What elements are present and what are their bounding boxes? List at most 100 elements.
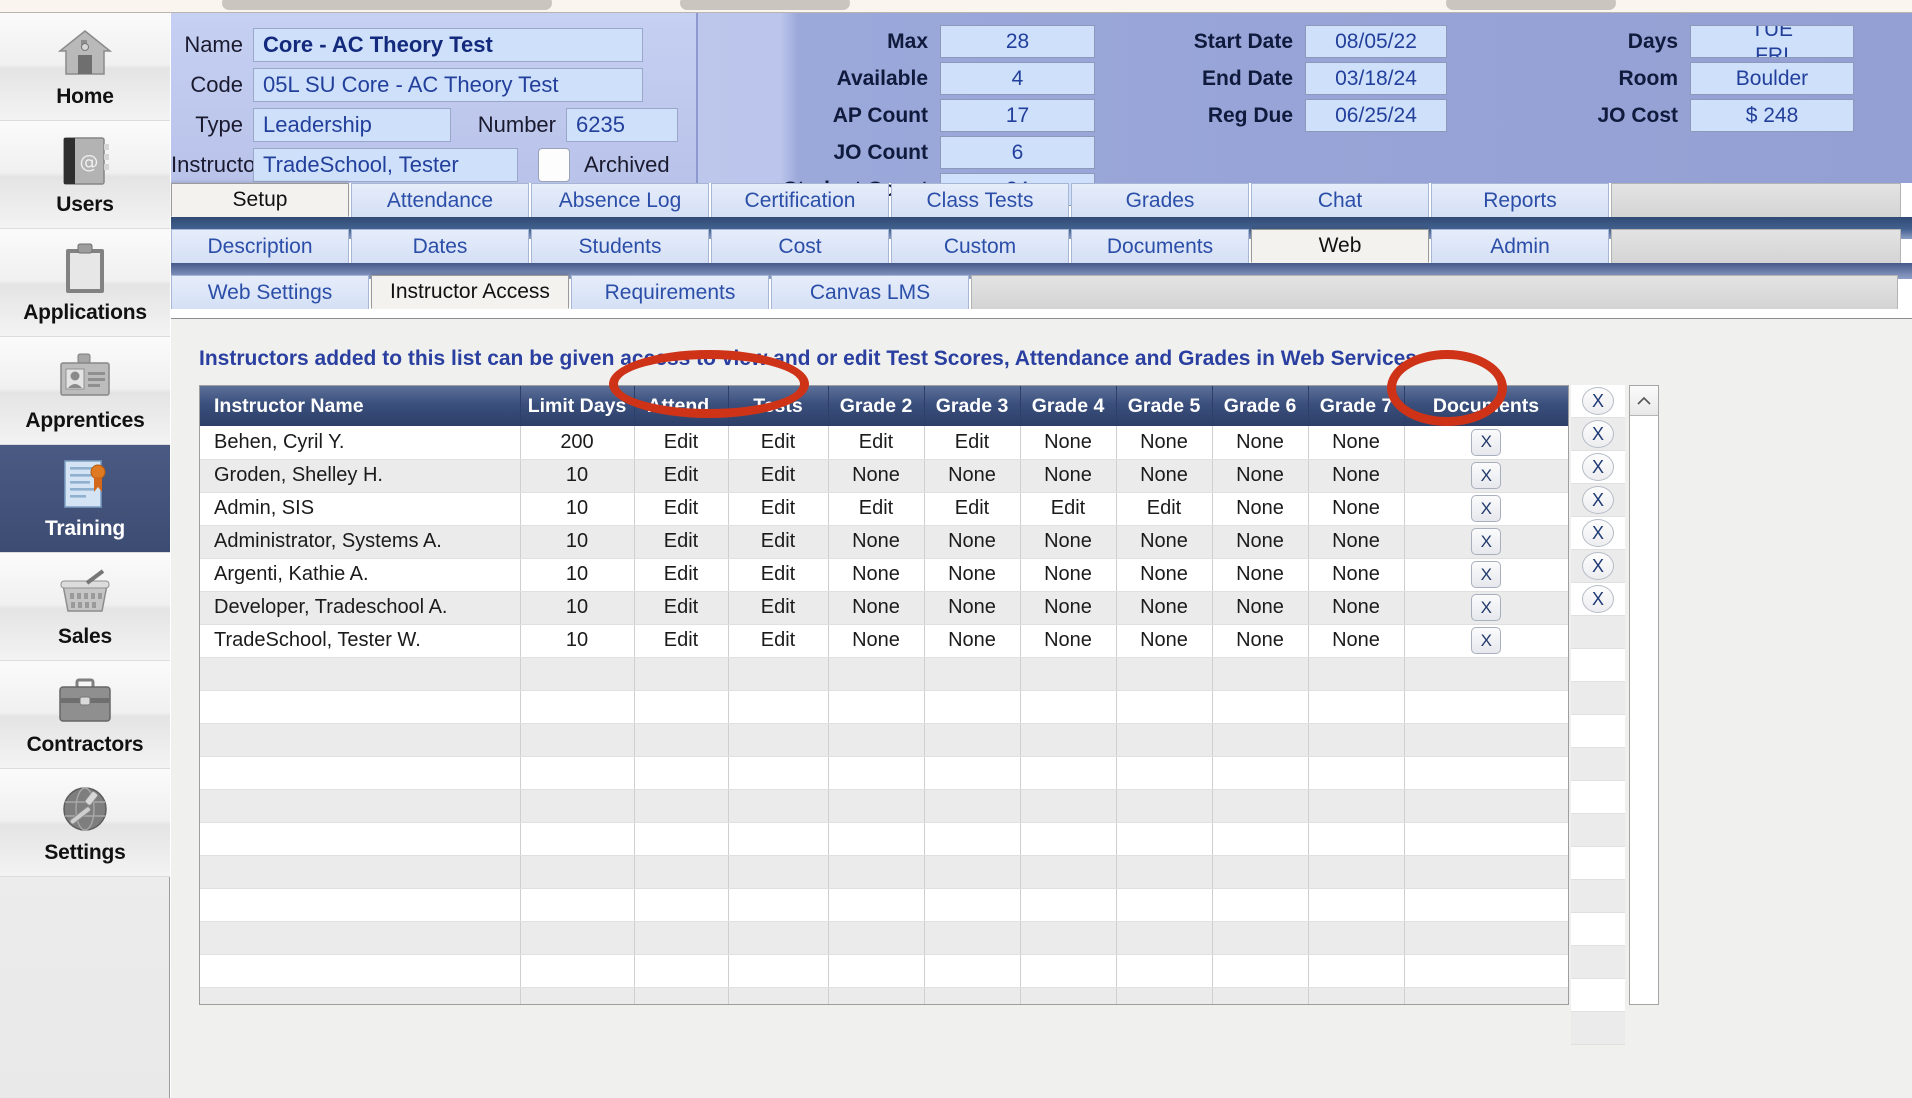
cell-grade4[interactable]: None [1020, 624, 1117, 658]
ap-count-value[interactable]: 17 [940, 99, 1095, 132]
cell-grade6[interactable]: None [1212, 558, 1309, 592]
tab-description[interactable]: Description [171, 229, 349, 263]
cell-tests[interactable]: Edit [728, 624, 829, 658]
sidebar-item-home[interactable]: Home [0, 13, 170, 121]
room-value[interactable]: Boulder [1690, 62, 1854, 95]
cell-grade7[interactable]: None [1308, 591, 1405, 625]
tab-grades[interactable]: Grades [1071, 183, 1249, 217]
tab-admin[interactable]: Admin [1431, 229, 1609, 263]
code-input[interactable]: 05L SU Core - AC Theory Test [253, 68, 643, 102]
cell-tests[interactable]: Edit [728, 492, 829, 526]
table-row[interactable]: Administrator, Systems A. 10 Edit Edit None N… [200, 525, 1568, 559]
documents-x-button[interactable]: X [1471, 627, 1502, 654]
table-row-empty[interactable] [200, 822, 1568, 856]
cell-grade7[interactable]: None [1308, 492, 1405, 526]
sidebar-item-users[interactable]: @ Users [0, 121, 170, 229]
table-row[interactable]: Groden, Shelley H. 10 Edit Edit None None None… [200, 459, 1568, 493]
documents-x-button[interactable]: X [1471, 561, 1502, 588]
table-row[interactable]: Argenti, Kathie A. 10 Edit Edit None None None… [200, 558, 1568, 592]
cell-grade6[interactable]: None [1212, 591, 1309, 625]
number-input[interactable]: 6235 [566, 108, 678, 142]
table-row[interactable]: Admin, SIS 10 Edit Edit Edit Edit Edit Edit None… [200, 492, 1568, 526]
tab-custom[interactable]: Custom [891, 229, 1069, 263]
delete-row-button[interactable]: X [1582, 552, 1614, 580]
table-row-empty[interactable] [200, 855, 1568, 889]
table-row-empty[interactable] [200, 690, 1568, 724]
cell-grade6[interactable]: None [1212, 426, 1309, 460]
column-header-grade-4[interactable]: Grade 4 [1020, 386, 1117, 426]
cell-grade7[interactable]: None [1308, 558, 1405, 592]
reg-due-value[interactable]: 06/25/24 [1305, 99, 1447, 132]
cell-grade2[interactable]: Edit [828, 492, 925, 526]
cell-grade5[interactable]: None [1116, 591, 1213, 625]
cell-grade7[interactable]: None [1308, 459, 1405, 493]
cell-grade2[interactable]: None [828, 624, 925, 658]
sidebar-item-training[interactable]: Training [0, 445, 170, 553]
cell-grade5[interactable]: None [1116, 459, 1213, 493]
tab-chat[interactable]: Chat [1251, 183, 1429, 217]
max-value[interactable]: 28 [940, 25, 1095, 58]
table-row-empty[interactable] [200, 987, 1568, 1004]
documents-x-button[interactable]: X [1471, 594, 1502, 621]
documents-x-button[interactable]: X [1471, 428, 1502, 456]
cell-tests[interactable]: Edit [728, 591, 829, 625]
documents-x-button[interactable]: X [1471, 528, 1502, 555]
tab-certification[interactable]: Certification [711, 183, 889, 217]
cell-attend[interactable]: Edit [634, 591, 729, 625]
name-input[interactable]: Core - AC Theory Test [253, 28, 643, 62]
column-header-grade-2[interactable]: Grade 2 [828, 386, 925, 426]
tab-web[interactable]: Web [1251, 229, 1429, 263]
cell-grade4[interactable]: None [1020, 558, 1117, 592]
delete-row-button[interactable]: X [1582, 420, 1614, 448]
cell-attend[interactable]: Edit [634, 459, 729, 493]
column-header-grade-7[interactable]: Grade 7 [1308, 386, 1405, 426]
instructor-input[interactable]: TradeSchool, Tester [253, 148, 518, 182]
sidebar-item-contractors[interactable]: Contractors [0, 661, 170, 769]
cell-attend[interactable]: Edit [634, 525, 729, 559]
delete-row-button[interactable]: X [1582, 387, 1614, 415]
cell-grade3[interactable]: None [924, 624, 1021, 658]
cell-grade3[interactable]: Edit [924, 426, 1021, 460]
column-header-grade-5[interactable]: Grade 5 [1116, 386, 1213, 426]
cell-grade5[interactable]: Edit [1116, 492, 1213, 526]
tab-attendance[interactable]: Attendance [351, 183, 529, 217]
delete-row-button[interactable]: X [1582, 519, 1614, 547]
jo-count-value[interactable]: 6 [940, 136, 1095, 169]
type-input[interactable]: Leadership [253, 108, 451, 142]
column-header-limit-days[interactable]: Limit Days [520, 386, 635, 426]
cell-grade5[interactable]: None [1116, 558, 1213, 592]
delete-row-button[interactable]: X [1582, 585, 1614, 613]
cell-grade4[interactable]: Edit [1020, 492, 1117, 526]
cell-grade6[interactable]: None [1212, 492, 1309, 526]
sidebar-item-applications[interactable]: Applications [0, 229, 170, 337]
tab-instructor-access[interactable]: Instructor Access [371, 275, 569, 309]
table-row[interactable]: Behen, Cyril Y. 200 Edit Edit Edit Edit None No… [200, 426, 1568, 460]
tab-documents[interactable]: Documents [1071, 229, 1249, 263]
documents-x-button[interactable]: X [1471, 462, 1502, 489]
start-date-value[interactable]: 08/05/22 [1305, 25, 1447, 58]
cell-attend[interactable]: Edit [634, 558, 729, 592]
table-row[interactable]: TradeSchool, Tester W. 10 Edit Edit None None… [200, 624, 1568, 658]
sidebar-item-settings[interactable]: Settings [0, 769, 170, 877]
column-header-grade-6[interactable]: Grade 6 [1212, 386, 1309, 426]
cell-attend[interactable]: Edit [634, 624, 729, 658]
cell-grade6[interactable]: None [1212, 624, 1309, 658]
cell-grade4[interactable]: None [1020, 591, 1117, 625]
cell-grade5[interactable]: None [1116, 525, 1213, 559]
days-value[interactable]: TUE FRI [1690, 25, 1854, 58]
column-header-grade-3[interactable]: Grade 3 [924, 386, 1021, 426]
sidebar-item-apprentices[interactable]: Apprentices [0, 337, 170, 445]
table-row-empty[interactable] [200, 888, 1568, 922]
table-row-empty[interactable] [200, 657, 1568, 691]
delete-row-button[interactable]: X [1582, 453, 1614, 481]
cell-grade2[interactable]: None [828, 459, 925, 493]
end-date-value[interactable]: 03/18/24 [1305, 62, 1447, 95]
cell-grade3[interactable]: None [924, 558, 1021, 592]
table-row-empty[interactable] [200, 789, 1568, 823]
table-row-empty[interactable] [200, 756, 1568, 790]
table-row-empty[interactable] [200, 723, 1568, 757]
tab-dates[interactable]: Dates [351, 229, 529, 263]
cell-grade7[interactable]: None [1308, 525, 1405, 559]
cell-tests[interactable]: Edit [728, 426, 829, 460]
cell-tests[interactable]: Edit [728, 459, 829, 493]
